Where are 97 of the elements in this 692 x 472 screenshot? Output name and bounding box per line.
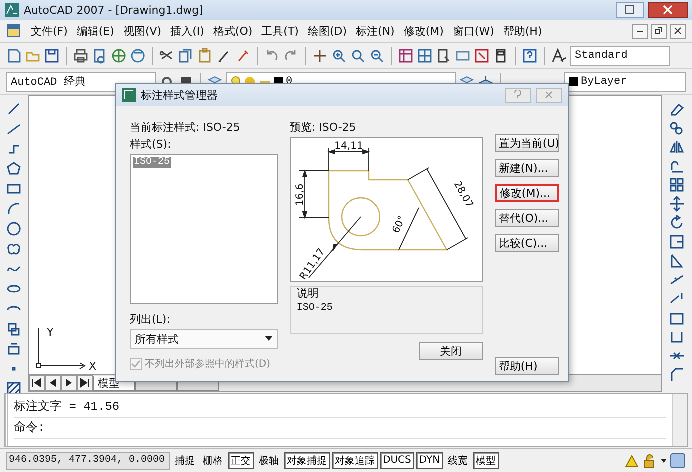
caret-icon (264, 336, 273, 342)
menu-item[interactable]: 格式(O) (213, 24, 253, 38)
menu-item[interactable]: 插入(I) (170, 24, 204, 38)
menu-item[interactable]: 绘图(D) (308, 24, 348, 38)
polygon-icon[interactable] (6, 161, 22, 177)
first-tab-icon[interactable] (29, 375, 45, 391)
close-icon (663, 5, 673, 15)
dimension-style-icon (122, 88, 136, 102)
close-button[interactable]: 关闭 (418, 342, 483, 360)
dialog-button[interactable]: 新建(N)... (494, 159, 559, 177)
description-label: 说明 (296, 286, 320, 301)
grid-icon[interactable] (417, 48, 433, 64)
dimension-label: 60° (390, 214, 408, 236)
mirror-icon[interactable] (669, 139, 685, 155)
dialog-button[interactable]: 替代(O)... (494, 209, 559, 227)
copy-object-icon[interactable] (669, 120, 685, 136)
styles-label: 样式(S): (130, 137, 172, 152)
close-icon (545, 91, 553, 99)
insert-block-icon[interactable] (6, 321, 22, 337)
status-toggle[interactable]: 对象捕捉 (284, 452, 330, 469)
minimize-icon (637, 30, 643, 32)
document-icon[interactable] (436, 48, 452, 64)
array-icon[interactable] (669, 177, 685, 193)
current-style-label: 当前标注样式: ISO-25 (130, 120, 242, 135)
list-label: 列出(L): (130, 312, 172, 327)
dialog-button[interactable]: 比较(C)... (494, 234, 559, 252)
close-button[interactable] (648, 2, 688, 18)
pan-icon[interactable] (312, 48, 328, 64)
warning-icon[interactable] (624, 452, 640, 468)
menu-item[interactable]: 修改(M) (404, 24, 444, 38)
save-icon[interactable] (44, 48, 60, 64)
close-icon (674, 27, 682, 35)
menu-item[interactable]: 标注(N) (356, 24, 395, 38)
minimize-button[interactable] (632, 24, 648, 38)
command-line: 命令: (14, 418, 666, 439)
app-logo-icon (4, 2, 20, 18)
axis-label: X (89, 360, 97, 373)
status-toggle[interactable]: 正交 (228, 452, 254, 469)
status-toggle[interactable]: 捕捉 (172, 452, 198, 469)
zoom-icon[interactable] (350, 48, 366, 64)
arc-icon[interactable] (6, 201, 22, 217)
status-toggle[interactable]: 极轴 (256, 452, 282, 469)
rotate-icon[interactable] (669, 215, 685, 231)
menu-item[interactable]: 帮助(H) (503, 24, 542, 38)
status-toggle[interactable]: 栅格 (200, 452, 226, 469)
line-icon[interactable] (6, 101, 22, 117)
menu-item[interactable]: 文件(F) (31, 24, 68, 38)
description-text: ISO-25 (296, 303, 334, 314)
last-tab-icon[interactable] (77, 375, 93, 391)
chamfer-icon[interactable] (669, 367, 685, 383)
next-tab-icon[interactable] (61, 375, 77, 391)
clean-screen-icon[interactable] (670, 452, 686, 468)
status-toggle[interactable]: 线宽 (445, 452, 472, 469)
status-toggle[interactable]: 模型 (473, 452, 500, 469)
eraser-icon[interactable] (669, 101, 685, 117)
zoom-previous-icon[interactable] (369, 48, 385, 64)
checkbox-label: 不列出外部参照中的样式(D) (145, 358, 271, 371)
cloud-icon[interactable] (6, 241, 22, 257)
question-mark-icon (514, 90, 522, 100)
menu-item[interactable]: 编辑(E) (76, 24, 114, 38)
stretch-icon[interactable] (669, 253, 685, 269)
list-dropdown[interactable]: 所有样式 (130, 329, 278, 349)
dialog-button[interactable]: 置为当前(U) (494, 134, 559, 152)
color-value: ByLayer (581, 76, 628, 88)
coordinates-display: 946.0395, 477.3904, 0.0000 (6, 452, 170, 470)
axis-label: Y (47, 326, 54, 339)
dialog-button[interactable]: 修改(M)... (494, 184, 559, 202)
status-toggle[interactable]: DYN (416, 452, 444, 469)
copy-icon[interactable] (178, 48, 194, 64)
text-style-icon[interactable] (551, 48, 567, 64)
preview-label: 预览: ISO-25 (290, 120, 358, 135)
menu-item[interactable]: 窗口(W) (452, 24, 494, 38)
caret-icon[interactable] (660, 456, 668, 464)
text-style-dropdown[interactable]: Standard (570, 46, 670, 66)
zoom-in-icon[interactable] (331, 48, 347, 64)
menu-item[interactable]: 视图(V) (123, 24, 162, 38)
status-toggle[interactable]: 对象追踪 (332, 452, 378, 469)
dimension-label: 16,6 (294, 184, 306, 206)
maximize-button[interactable] (616, 2, 644, 18)
close-button[interactable] (670, 24, 686, 38)
new-file-icon[interactable] (6, 48, 22, 64)
print-icon[interactable] (73, 48, 89, 64)
document-icon (6, 23, 22, 39)
previous-tab-icon[interactable] (45, 375, 61, 391)
dimension-label: 14,11 (334, 141, 364, 152)
status-toggle[interactable]: DUCS (380, 452, 414, 469)
command-line: 标注文字 = 41.56 (14, 397, 666, 418)
maximize-icon (625, 5, 635, 15)
move-icon[interactable] (669, 196, 685, 212)
help-icon[interactable] (522, 48, 538, 64)
color-swatch (569, 77, 578, 86)
window-title: AutoCAD 2007 - [Drawing1.dwg] (24, 4, 204, 16)
restore-button[interactable] (651, 24, 667, 38)
scrollbar[interactable] (672, 394, 687, 446)
help-button[interactable]: 帮助(H) (494, 357, 559, 375)
restore-icon (655, 27, 663, 35)
menu-item[interactable]: 工具(T) (262, 24, 299, 38)
